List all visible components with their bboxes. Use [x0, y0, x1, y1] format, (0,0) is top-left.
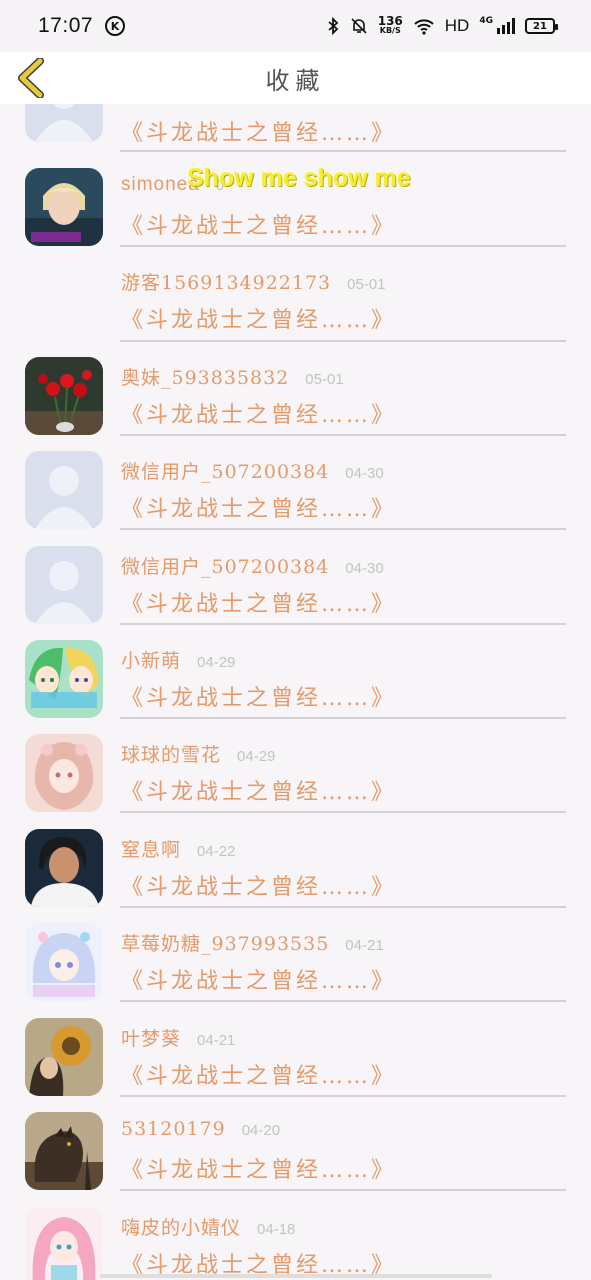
battery-icon: 21	[525, 18, 558, 34]
status-right: 136 KB/S HD 4G 21	[326, 14, 558, 36]
k-badge-icon: K	[105, 16, 126, 36]
list-item[interactable]: 叶梦葵 04-21 《斗龙战士之曾经……》	[0, 1003, 591, 1098]
hd-label: HD	[444, 16, 470, 35]
item-meta: 草莓奶糖_937993535 04-21	[121, 929, 384, 956]
list-item[interactable]: 小新萌 04-29 《斗龙战士之曾经……》	[0, 625, 591, 720]
avatar	[25, 357, 103, 435]
avatar	[25, 923, 103, 1001]
list-item[interactable]: 球球的雪花 04-29 《斗龙战士之曾经……》	[0, 719, 591, 814]
status-bar: 17:07 K 136 KB/S HD 4G 21	[0, 0, 591, 52]
username: 窒息啊	[121, 839, 182, 861]
username: 游客15691349221​73	[121, 272, 332, 294]
username: 微信用户_507200384	[121, 461, 330, 483]
overlay-caption: Show me show me	[187, 164, 411, 192]
book-title: 《斗龙战士之曾经……》	[121, 1064, 397, 1089]
status-time: 17:07	[38, 14, 94, 37]
date: 04-29	[237, 748, 276, 765]
item-meta: 嗨皮的小婧仪 04-18	[121, 1213, 295, 1240]
date: 04-18	[257, 1221, 296, 1238]
list-item[interactable]: 游客15691349221​73 05-01 《斗龙战士之曾经……》	[0, 247, 591, 342]
username: 53120179	[121, 1118, 226, 1140]
avatar	[25, 168, 103, 246]
book-title: 《斗龙战士之曾经……》	[121, 214, 397, 239]
date: 04-30	[345, 560, 384, 577]
book-title: 《斗龙战士之曾经……》	[121, 403, 397, 428]
username: 微信用户_507200384	[121, 556, 330, 578]
item-meta: 微信用户_507200384 04-30	[121, 552, 384, 579]
net-speed-unit: KB/S	[379, 26, 401, 35]
book-title: 《斗龙战士之曾经……》	[121, 780, 397, 805]
signal-icon	[497, 18, 515, 34]
avatar	[25, 1112, 103, 1190]
book-title: 《斗龙战士之曾经……》	[121, 592, 397, 617]
list-item[interactable]: 《斗龙战士之曾经……》	[0, 104, 591, 152]
divider	[120, 811, 566, 813]
divider	[120, 1000, 566, 1002]
list-item[interactable]: 嗨皮的小婧仪 04-18 《斗龙战士之曾经……》	[0, 1192, 591, 1280]
username: 奥妹_593835832	[121, 367, 290, 389]
username: 球球的雪花	[121, 744, 222, 766]
item-meta: 球球的雪花 04-29	[121, 740, 275, 767]
bluetooth-icon	[328, 17, 339, 35]
network-type: 4G	[479, 16, 493, 26]
divider	[120, 1189, 566, 1191]
date: 04-21	[197, 1032, 236, 1049]
username: 小新萌	[121, 650, 182, 672]
list-item[interactable]: 草莓奶糖_937993535 04-21 《斗龙战士之曾经……》	[0, 908, 591, 1003]
divider	[120, 528, 566, 530]
page-title: 收藏	[265, 66, 326, 95]
date: 04-29	[197, 654, 236, 671]
book-title: 《斗龙战士之曾经……》	[121, 875, 397, 900]
avatar	[25, 1207, 103, 1280]
list-item[interactable]: 微信用户_507200384 04-30 《斗龙战士之曾经……》	[0, 531, 591, 626]
favorites-list: 《斗龙战士之曾经……》 simonea 0 《斗龙战士之曾经……》 游客1569…	[0, 104, 591, 1280]
app-header: 收藏	[0, 52, 591, 104]
username: 叶梦葵	[121, 1028, 182, 1050]
avatar	[25, 640, 103, 718]
date: 04-30	[345, 465, 384, 482]
wifi-icon	[414, 19, 434, 35]
book-title: 《斗龙战士之曾经……》	[121, 969, 397, 994]
avatar	[25, 451, 103, 529]
book-title: 《斗龙战士之曾经……》	[121, 497, 397, 522]
bell-muted-icon	[351, 18, 367, 34]
date: 05-01	[305, 371, 344, 388]
book-title: 《斗龙战士之曾经……》	[121, 121, 397, 146]
book-title: 《斗龙战士之曾经……》	[121, 1158, 397, 1183]
status-left: 17:07 K	[38, 14, 126, 38]
avatar	[25, 546, 103, 624]
username: 草莓奶糖_937993535	[121, 933, 330, 955]
item-meta: 窒息啊 04-22	[121, 835, 235, 862]
item-meta: 游客15691349221​73 05-01	[121, 268, 386, 295]
list-item[interactable]: 窒息啊 04-22 《斗龙战士之曾经……》	[0, 814, 591, 909]
chevron-left-icon	[18, 57, 44, 99]
item-meta: 53120179 04-20	[121, 1118, 280, 1140]
item-meta: 奥妹_593835832 05-01	[121, 363, 344, 390]
book-title: 《斗龙战士之曾经……》	[121, 686, 397, 711]
net-speed-value: 136	[377, 14, 403, 28]
list-item[interactable]: 53120179 04-20 《斗龙战士之曾经……》	[0, 1097, 591, 1192]
date: 05-01	[347, 276, 386, 293]
net-speed: 136 KB/S	[377, 14, 403, 36]
date: 04-20	[241, 1122, 281, 1139]
date: 04-22	[197, 843, 236, 860]
list-item[interactable]: 微信用户_507200384 04-30 《斗龙战士之曾经……》	[0, 436, 591, 531]
item-meta: 微信用户_507200384 04-30	[121, 457, 384, 484]
back-button[interactable]	[14, 57, 50, 99]
avatar	[25, 734, 103, 812]
list-item[interactable]: 奥妹_593835832 05-01 《斗龙战士之曾经……》	[0, 342, 591, 437]
avatar	[25, 104, 103, 142]
avatar	[25, 829, 103, 907]
item-meta: 小新萌 04-29	[121, 646, 235, 673]
avatar	[25, 1018, 103, 1096]
book-title: 《斗龙战士之曾经……》	[121, 308, 397, 333]
date: 04-21	[345, 937, 384, 954]
username: 嗨皮的小婧仪	[121, 1217, 242, 1239]
scroll-indicator	[100, 1274, 492, 1278]
item-meta: 叶梦葵 04-21	[121, 1024, 235, 1051]
